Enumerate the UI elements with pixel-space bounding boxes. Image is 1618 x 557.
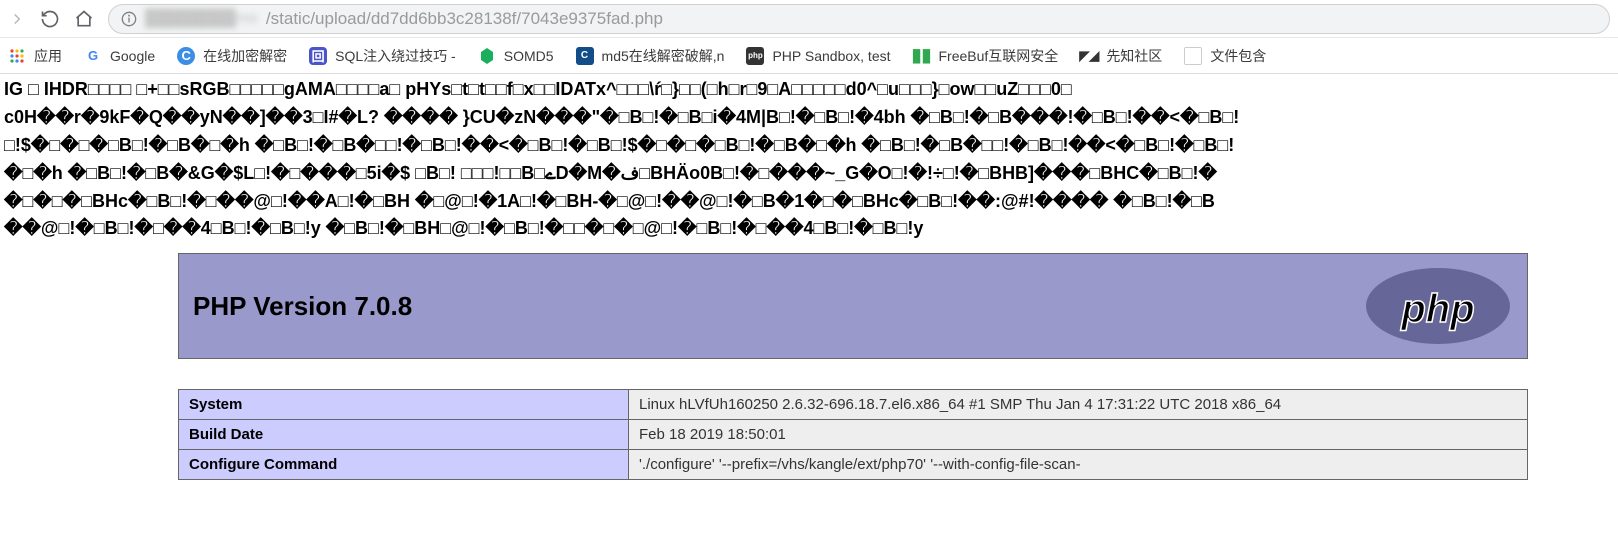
php-version-title: PHP Version 7.0.8 [193, 291, 412, 322]
php-logo-icon: php [1363, 266, 1513, 346]
bookmark-label: 在线加密解密 [203, 46, 287, 66]
bookmarks-bar: 应用 G Google C 在线加密解密 回 SQL注入绕过技巧 - SOMD5… [0, 38, 1618, 74]
bookmark-label: 文件包含 [1210, 46, 1266, 66]
phpinfo-container: PHP Version 7.0.8 php System Linux hLVfU… [178, 253, 1528, 480]
raw-binary-dump: IG □ IHDR□□□□ □+□□sRGB□□□□□gAMA□□□□a□ pH… [0, 74, 1618, 253]
reload-icon[interactable] [40, 9, 60, 29]
table-row: System Linux hLVfUh160250 2.6.32-696.18.… [179, 390, 1528, 420]
bookmark-label: PHP Sandbox, test [772, 48, 890, 64]
info-label: Build Date [179, 420, 629, 450]
apps-label: 应用 [34, 46, 62, 66]
bookmark-item[interactable]: 文件包含 [1184, 46, 1266, 66]
info-value: Feb 18 2019 18:50:01 [629, 420, 1528, 450]
forward-icon[interactable] [8, 10, 26, 28]
info-value: Linux hLVfUh160250 2.6.32-696.18.7.el6.x… [629, 390, 1528, 420]
bookmark-label: FreeBuf互联网安全 [939, 46, 1059, 66]
phpinfo-table: System Linux hLVfUh160250 2.6.32-696.18.… [178, 389, 1528, 480]
bookmark-item[interactable]: 回 SQL注入绕过技巧 - [309, 46, 456, 66]
info-label: System [179, 390, 629, 420]
google-icon: G [84, 47, 102, 65]
browser-toolbar: ████████me/static/upload/dd7dd6bb3c28138… [0, 0, 1618, 38]
favicon-icon: ◤◢ [1080, 47, 1098, 65]
table-row: Build Date Feb 18 2019 18:50:01 [179, 420, 1528, 450]
bookmark-label: Google [110, 48, 155, 64]
bookmark-label: 先知社区 [1106, 46, 1162, 66]
bookmark-item[interactable]: SOMD5 [478, 47, 554, 65]
bookmark-item[interactable]: php PHP Sandbox, test [746, 47, 890, 65]
favicon-icon [478, 47, 496, 65]
bookmark-label: SQL注入绕过技巧 - [335, 46, 456, 66]
bookmark-item[interactable]: ◤◢ 先知社区 [1080, 46, 1162, 66]
bookmark-item[interactable]: ▮▮ FreeBuf互联网安全 [913, 46, 1059, 66]
bookmark-item[interactable]: C md5在线解密破解,n [576, 46, 725, 66]
favicon-icon: ▮▮ [913, 47, 931, 65]
home-icon[interactable] [74, 9, 94, 29]
favicon-icon [1184, 47, 1202, 65]
url-host: ████████me [145, 10, 258, 28]
bookmark-item[interactable]: C 在线加密解密 [177, 46, 287, 66]
svg-text:php: php [1400, 287, 1474, 331]
phpinfo-header: PHP Version 7.0.8 php [178, 253, 1528, 359]
apps-shortcut[interactable]: 应用 [8, 46, 62, 66]
info-label: Configure Command [179, 450, 629, 480]
favicon-icon: C [177, 47, 195, 65]
bookmark-label: SOMD5 [504, 48, 554, 64]
favicon-icon: 回 [309, 47, 327, 65]
favicon-icon: C [576, 47, 594, 65]
url-path: /static/upload/dd7dd6bb3c28138f/7043e937… [266, 9, 663, 29]
info-value: './configure' '--prefix=/vhs/kangle/ext/… [629, 450, 1528, 480]
bookmark-item[interactable]: G Google [84, 47, 155, 65]
bookmark-label: md5在线解密破解,n [602, 46, 725, 66]
favicon-icon: php [746, 47, 764, 65]
site-info-icon[interactable] [121, 11, 137, 27]
table-row: Configure Command './configure' '--prefi… [179, 450, 1528, 480]
address-bar[interactable]: ████████me/static/upload/dd7dd6bb3c28138… [108, 4, 1610, 34]
apps-icon [8, 47, 26, 65]
